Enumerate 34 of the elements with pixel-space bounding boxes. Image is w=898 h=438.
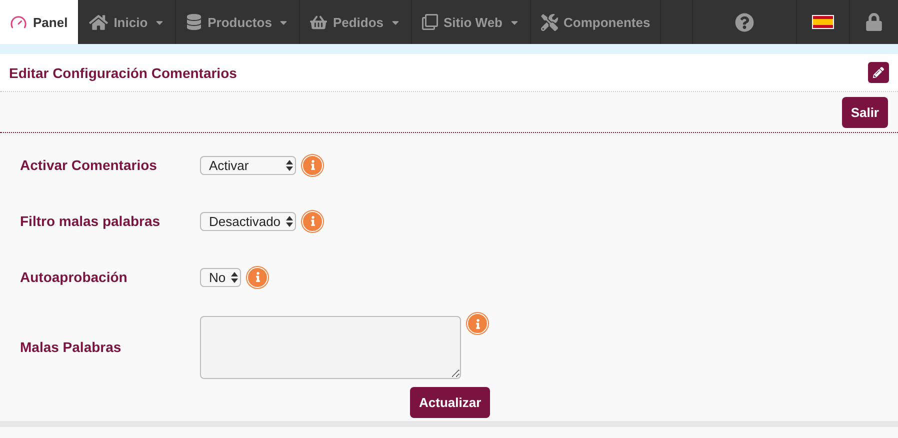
updown-icon [286, 216, 293, 226]
basket-icon [310, 14, 327, 30]
tools-icon [540, 14, 558, 30]
info-icon[interactable] [302, 210, 323, 232]
update-button[interactable]: Actualizar [410, 387, 490, 418]
info-icon[interactable] [247, 266, 268, 288]
nav-tab[interactable]: Inicio [78, 0, 176, 44]
select-field[interactable]: Activar [200, 156, 296, 174]
nav-tab[interactable]: Productos [176, 0, 300, 44]
nav-tab[interactable]: Panel [0, 0, 79, 44]
text-area[interactable] [200, 316, 461, 378]
updown-icon [231, 272, 238, 282]
updown-icon [286, 160, 293, 170]
select-field[interactable]: Desactivado [200, 212, 296, 230]
pencil-icon [873, 67, 884, 78]
info-icon[interactable] [302, 154, 323, 176]
field-label: Malas Palabras [20, 339, 122, 355]
nav-tab[interactable]: Sitio Web [412, 0, 530, 44]
stack-icon [186, 14, 202, 30]
house-icon [88, 12, 108, 32]
field-label: Autoaprobación [20, 269, 128, 285]
copy-icon [422, 14, 438, 30]
gauge-icon [10, 14, 27, 30]
field-label: Activar Comentarios [20, 157, 158, 173]
select-field[interactable]: No [200, 268, 241, 286]
flag-icon[interactable] [812, 15, 834, 29]
nav-tab[interactable]: Componentes [530, 0, 662, 44]
field-label: Filtro malas palabras [20, 213, 162, 229]
edit-button[interactable] [868, 62, 889, 83]
help-icon[interactable] [735, 12, 754, 32]
lock-icon[interactable] [865, 13, 883, 31]
page-title: Editar Configuración Comentarios [9, 64, 237, 80]
exit-button[interactable]: Salir [842, 96, 888, 128]
info-icon[interactable] [467, 313, 488, 334]
